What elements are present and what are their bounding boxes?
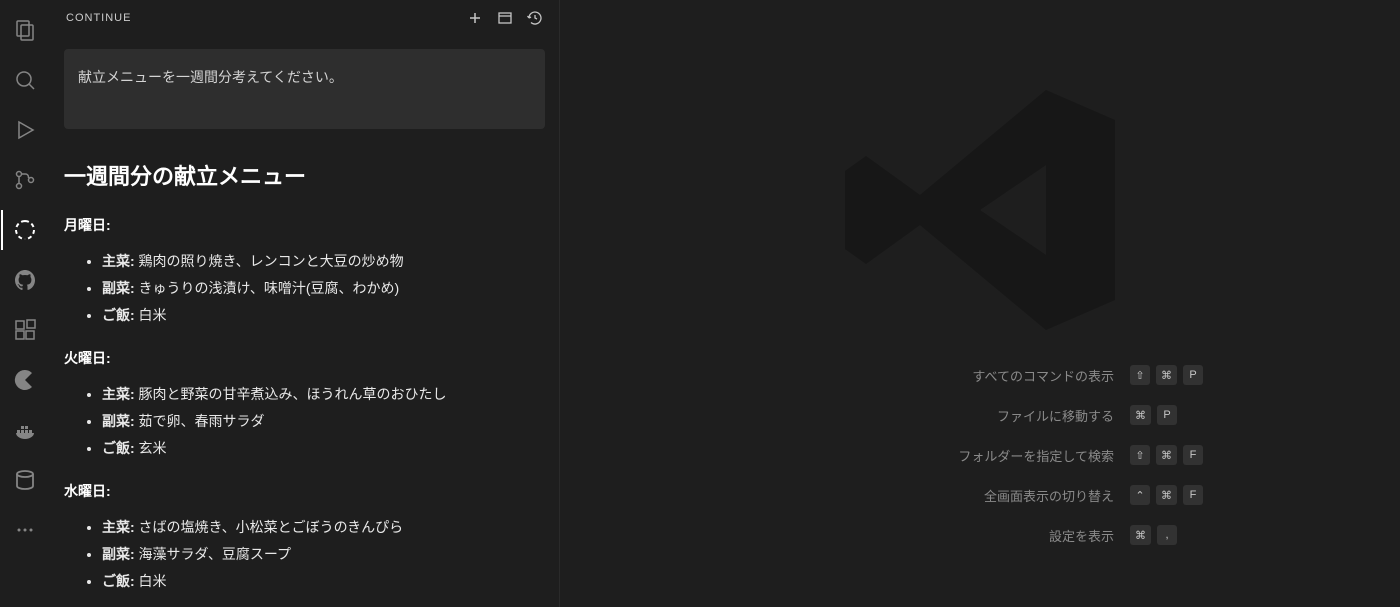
meal-list: 主菜: 豚肉と野菜の甘辛煮込み、ほうれん草のおひたし副菜: 茹で卵、春雨サラダご…: [64, 384, 545, 459]
history-icon[interactable]: [527, 10, 543, 26]
meal-item: 主菜: 鶏肉の照り焼き、レンコンと大豆の炒め物: [102, 251, 545, 272]
meal-text: きゅうりの浅漬け、味噌汁(豆腐、わかめ): [135, 280, 400, 296]
meal-item: ご飯: 玄米: [102, 438, 545, 459]
search-icon[interactable]: [1, 60, 49, 100]
new-chat-icon[interactable]: [467, 10, 483, 26]
key: F: [1183, 485, 1203, 505]
assistant-response: 一週間分の献立メニュー 月曜日:主菜: 鶏肉の照り焼き、レンコンと大豆の炒め物副…: [64, 159, 545, 607]
meal-item: 主菜: 豚肉と野菜の甘辛煮込み、ほうれん草のおひたし: [102, 384, 545, 405]
meal-label: 副菜:: [102, 413, 135, 429]
key: P: [1183, 365, 1203, 385]
response-title: 一週間分の献立メニュー: [64, 159, 545, 191]
activity-bar: [0, 0, 50, 607]
day-title: 月曜日:: [64, 215, 545, 235]
day-title: 火曜日:: [64, 348, 545, 368]
shortcut-row: ファイルに移動する⌘P: [700, 405, 1260, 425]
meal-list: 主菜: 鶏肉の照り焼き、レンコンと大豆の炒め物副菜: きゅうりの浅漬け、味噌汁(…: [64, 251, 545, 326]
shortcut-label: 設定を表示: [700, 526, 1130, 545]
key: ,: [1157, 525, 1177, 545]
meal-label: ご飯:: [102, 307, 135, 323]
meal-label: 副菜:: [102, 280, 135, 296]
shortcut-label: 全画面表示の切り替え: [700, 486, 1130, 505]
github-icon[interactable]: [1, 260, 49, 300]
meal-text: さばの塩焼き、小松菜とごぼうのきんぴら: [135, 519, 404, 535]
meal-text: 海藻サラダ、豆腐スープ: [135, 546, 291, 562]
panel-actions: [467, 10, 543, 26]
panel-title: CONTINUE: [66, 12, 131, 24]
meal-text: 茹で卵、春雨サラダ: [135, 413, 265, 429]
meal-label: 主菜:: [102, 386, 135, 402]
meal-item: ご飯: 白米: [102, 305, 545, 326]
meal-item: 主菜: さばの塩焼き、小松菜とごぼうのきんぴら: [102, 517, 545, 538]
shortcut-label: すべてのコマンドの表示: [700, 366, 1130, 385]
run-debug-icon[interactable]: [1, 110, 49, 150]
meal-label: 副菜:: [102, 546, 135, 562]
user-prompt-text: 献立メニューを一週間分考えてください。: [78, 69, 343, 85]
explorer-icon[interactable]: [1, 10, 49, 50]
shortcut-keys: ⌘,: [1130, 525, 1260, 545]
meal-text: 白米: [135, 307, 167, 323]
docker-icon[interactable]: [1, 410, 49, 450]
meal-item: 副菜: 茹で卵、春雨サラダ: [102, 411, 545, 432]
meal-label: 主菜:: [102, 253, 135, 269]
day-title: 水曜日:: [64, 481, 545, 501]
key: ⇧: [1130, 365, 1150, 385]
meal-text: 鶏肉の照り焼き、レンコンと大豆の炒め物: [135, 253, 404, 269]
user-prompt-box[interactable]: 献立メニューを一週間分考えてください。: [64, 49, 545, 129]
meal-list: 主菜: さばの塩焼き、小松菜とごぼうのきんぴら副菜: 海藻サラダ、豆腐スープご飯…: [64, 517, 545, 592]
key: ⇧: [1130, 445, 1150, 465]
meal-label: ご飯:: [102, 440, 135, 456]
shortcut-row: フォルダーを指定して検索⇧ ⌘ F: [700, 445, 1260, 465]
welcome-shortcuts: すべてのコマンドの表示⇧⌘Pファイルに移動する⌘Pフォルダーを指定して検索⇧⌘F…: [560, 365, 1400, 545]
key: ⌃: [1130, 485, 1150, 505]
shortcut-label: フォルダーを指定して検索: [700, 446, 1130, 465]
key: ⌘: [1156, 485, 1177, 505]
panel-body[interactable]: 献立メニューを一週間分考えてください。 一週間分の献立メニュー 月曜日: 主菜: …: [50, 35, 559, 607]
vscode-watermark-icon: [830, 60, 1130, 365]
shortcut-keys: ⌘P: [1130, 405, 1260, 425]
more-icon[interactable]: [1, 510, 49, 550]
shortcut-row: 設定を表示⌘,: [700, 525, 1260, 545]
meal-text: 白米: [135, 573, 167, 589]
continue-icon[interactable]: [1, 210, 49, 250]
key: ⌘: [1130, 525, 1151, 545]
extensions-icon[interactable]: [1, 310, 49, 350]
shortcut-keys: ⌃ ⌘ F: [1130, 485, 1260, 505]
meal-text: 豚肉と野菜の甘辛煮込み、ほうれん草のおひたし: [135, 386, 447, 402]
meal-text: 玄米: [135, 440, 167, 456]
source-control-icon[interactable]: [1, 160, 49, 200]
key: F: [1183, 445, 1203, 465]
meal-label: 主菜:: [102, 519, 135, 535]
shortcut-row: 全画面表示の切り替え⌃ ⌘ F: [700, 485, 1260, 505]
key: P: [1157, 405, 1177, 425]
meal-label: ご飯:: [102, 573, 135, 589]
pacman-icon[interactable]: [1, 360, 49, 400]
fullscreen-icon[interactable]: [497, 10, 513, 26]
shortcut-label: ファイルに移動する: [700, 406, 1130, 425]
shortcut-keys: ⇧ ⌘ P: [1130, 365, 1260, 385]
key: ⌘: [1156, 365, 1177, 385]
shortcut-row: すべてのコマンドの表示⇧ ⌘ P: [700, 365, 1260, 385]
key: ⌘: [1130, 405, 1151, 425]
key: ⌘: [1156, 445, 1177, 465]
shortcut-keys: ⇧ ⌘ F: [1130, 445, 1260, 465]
continue-panel: CONTINUE 献立メニューを一週間分考えてください。 一週間分の献立メニュー…: [50, 0, 560, 607]
meal-item: ご飯: 白米: [102, 571, 545, 592]
editor-area: すべてのコマンドの表示⇧⌘Pファイルに移動する⌘Pフォルダーを指定して検索⇧⌘F…: [560, 0, 1400, 607]
database-icon[interactable]: [1, 460, 49, 500]
meal-item: 副菜: きゅうりの浅漬け、味噌汁(豆腐、わかめ): [102, 278, 545, 299]
panel-header: CONTINUE: [50, 0, 559, 35]
meal-item: 副菜: 海藻サラダ、豆腐スープ: [102, 544, 545, 565]
